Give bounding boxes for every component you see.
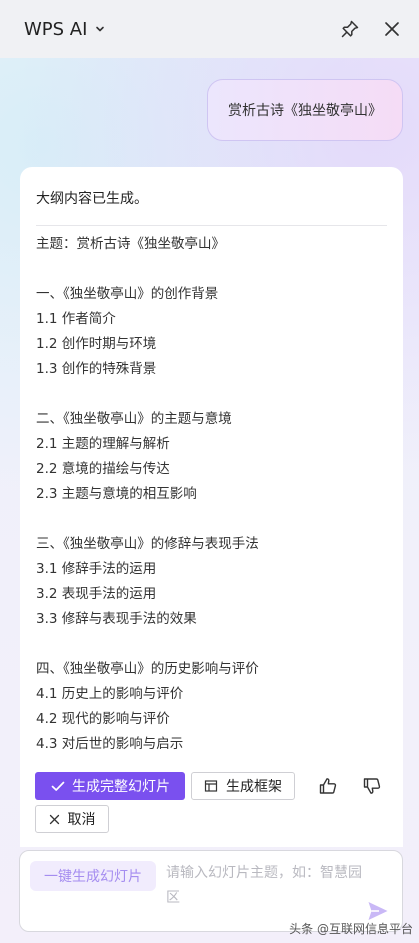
outline-line: 一、《独坐敬亭山》的创作背景 (36, 286, 219, 302)
outline-line: 3.1 修辞手法的运用 (36, 561, 157, 577)
watermark: 头条 @互联网信息平台 (289, 920, 413, 937)
outline-line: 1.2 创作时期与环境 (36, 336, 157, 352)
generate-frame-label: 生成框架 (226, 779, 282, 795)
outline-list: 主题：赏析古诗《独坐敬亭山》 一、《独坐敬亭山》的创作背景 1.1 作者简介 1.2 … (36, 232, 387, 757)
outline-line: 4.2 现代的影响与评价 (36, 711, 170, 727)
generate-frame-button[interactable]: 生成框架 (191, 772, 295, 800)
thumbs-down-icon[interactable] (361, 775, 383, 797)
user-message-bubble: 赏析古诗《独坐敬亭山》 (207, 79, 403, 141)
app-title[interactable]: WPS AI (24, 19, 87, 40)
outline-spacer (36, 257, 387, 282)
outline-line: 主题：赏析古诗《独坐敬亭山》 (36, 236, 225, 252)
close-icon (49, 814, 59, 824)
outline-line: 2.2 意境的描绘与传达 (36, 461, 170, 477)
generate-full-slides-label: 生成完整幻灯片 (72, 779, 170, 795)
outline-line: 2.1 主题的理解与解析 (36, 436, 170, 452)
outline-line: 三、《独坐敬亭山》的修辞与表现手法 (36, 536, 259, 552)
outline-line: 二、《独坐敬亭山》的主题与意境 (36, 411, 232, 427)
user-message-text: 赏析古诗《独坐敬亭山》 (228, 103, 382, 119)
generate-full-slides-button[interactable]: 生成完整幻灯片 (35, 772, 185, 800)
answer-status: 大纲内容已生成。 (36, 191, 148, 207)
one-click-generate-slides-button[interactable]: 一键生成幻灯片 (30, 861, 156, 891)
title-bar: WPS AI (0, 0, 419, 58)
answer-actions: 生成完整幻灯片 生成框架 (35, 772, 383, 800)
close-icon[interactable] (381, 18, 403, 40)
outline-line: 3.3 修辞与表现手法的效果 (36, 611, 197, 627)
layout-icon (204, 780, 218, 792)
chevron-down-icon[interactable] (95, 24, 105, 34)
outline-line: 1.1 作者简介 (36, 311, 116, 327)
check-icon (51, 781, 65, 791)
outline-spacer (36, 507, 387, 532)
outline-line: 2.3 主题与意境的相互影响 (36, 486, 197, 502)
outline-spacer (36, 382, 387, 407)
watermark-text: 头条 @互联网信息平台 (289, 922, 413, 936)
cancel-button[interactable]: 取消 (35, 805, 109, 833)
divider (36, 225, 387, 226)
thumbs-up-icon[interactable] (317, 775, 339, 797)
outline-line: 1.3 创作的特殊背景 (36, 361, 157, 377)
slide-topic-input[interactable]: 请输入幻灯片主题，如：智慧园区 (166, 861, 366, 917)
pin-icon[interactable] (339, 18, 361, 40)
outline-line: 4.3 对后世的影响与启示 (36, 736, 184, 752)
outline-line: 3.2 表现手法的运用 (36, 586, 157, 602)
outline-line: 4.1 历史上的影响与评价 (36, 686, 184, 702)
outline-spacer (36, 632, 387, 657)
answer-actions-secondary: 取消 (35, 805, 109, 833)
outline-line: 四、《独坐敬亭山》的历史影响与评价 (36, 661, 259, 677)
ai-answer-card: 大纲内容已生成。 主题：赏析古诗《独坐敬亭山》 一、《独坐敬亭山》的创作背景 1.1… (20, 167, 403, 847)
cancel-label: 取消 (67, 812, 96, 828)
